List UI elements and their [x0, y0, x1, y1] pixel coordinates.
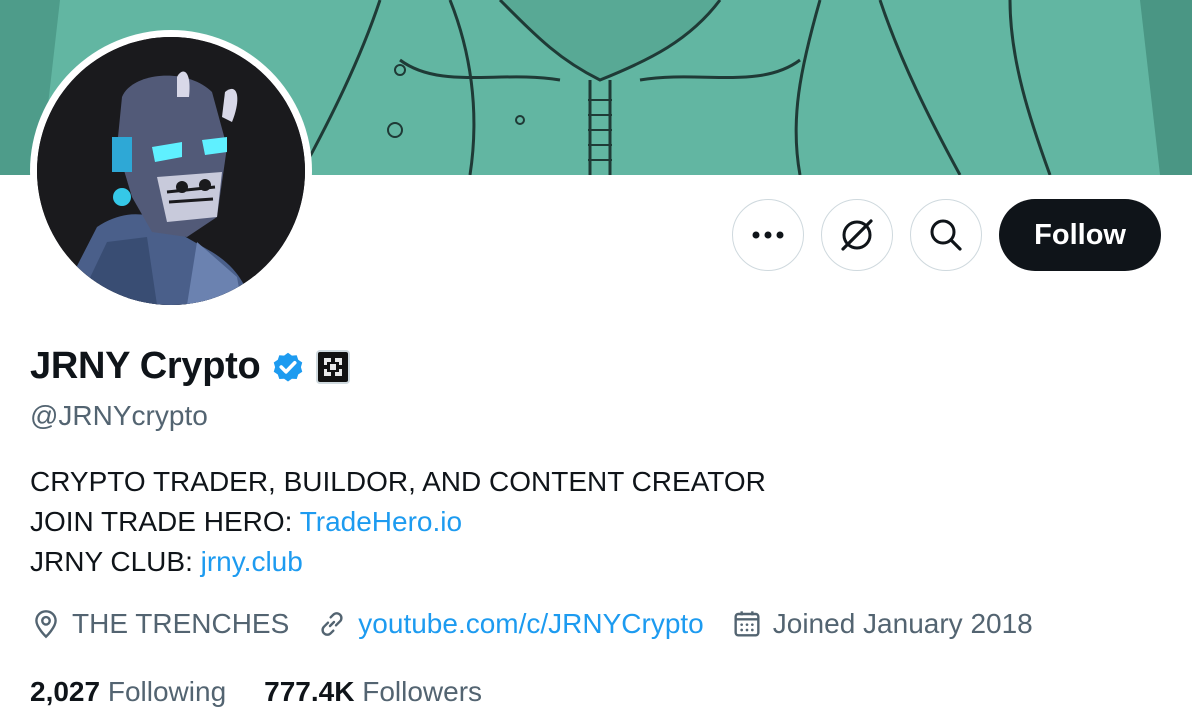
following-link[interactable]: 2,027 Following	[30, 676, 226, 708]
search-button[interactable]	[910, 199, 983, 271]
location-text: THE TRENCHES	[72, 608, 290, 639]
following-count: 2,027	[30, 676, 101, 707]
profile-stats: 2,027 Following 777.4K Followers	[30, 676, 520, 708]
meta-location: THE TRENCHES	[30, 608, 289, 640]
followers-link[interactable]: 777.4K Followers	[264, 676, 482, 708]
display-name: JRNY Crypto	[30, 345, 261, 387]
affiliate-logo-icon	[324, 357, 343, 376]
profile-meta: THE TRENCHES youtube.com/c/JRNYCrypto Jo…	[30, 608, 1060, 640]
profile-handle: @JRNYcrypto	[30, 400, 208, 431]
tradehero-link[interactable]: TradeHero.io	[300, 506, 462, 537]
search-icon	[930, 219, 962, 251]
avatar-artwork	[37, 37, 305, 305]
avatar-image	[37, 37, 305, 305]
bio-line-1: CRYPTO TRADER, BUILDOR, AND CONTENT CREA…	[30, 466, 766, 497]
link-icon	[321, 612, 343, 636]
grok-button[interactable]	[821, 199, 894, 271]
followers-count: 777.4K	[264, 676, 355, 707]
followers-label: Followers	[362, 676, 483, 707]
jrny-club-link[interactable]: jrny.club	[201, 546, 303, 577]
meta-joined: Joined January 2018	[731, 608, 1033, 640]
grok-icon	[841, 219, 873, 251]
bio-line-2: JOIN TRADE HERO: TradeHero.io	[30, 502, 766, 542]
bio-line-2-text: JOIN TRADE HERO:	[30, 506, 300, 537]
bio-line-3: JRNY CLUB: jrny.club	[30, 542, 766, 582]
following-label: Following	[107, 676, 227, 707]
affiliate-badge[interactable]	[316, 349, 351, 384]
location-pin-icon	[35, 610, 57, 639]
profile-actions: Follow	[732, 199, 1161, 271]
bio-line-3-text: JRNY CLUB:	[30, 546, 201, 577]
joined-text: Joined January 2018	[772, 608, 1033, 639]
calendar-icon	[734, 611, 760, 637]
profile-avatar[interactable]	[30, 30, 312, 312]
verified-badge-icon[interactable]	[270, 349, 306, 385]
more-button[interactable]	[732, 199, 805, 271]
more-dots-icon	[752, 231, 784, 239]
follow-button[interactable]: Follow	[999, 199, 1161, 271]
profile-name-row: JRNY Crypto	[30, 345, 351, 388]
profile-bio: CRYPTO TRADER, BUILDOR, AND CONTENT CREA…	[30, 462, 766, 582]
website-link[interactable]: youtube.com/c/JRNYCrypto	[358, 608, 703, 640]
meta-website: youtube.com/c/JRNYCrypto	[316, 608, 704, 640]
